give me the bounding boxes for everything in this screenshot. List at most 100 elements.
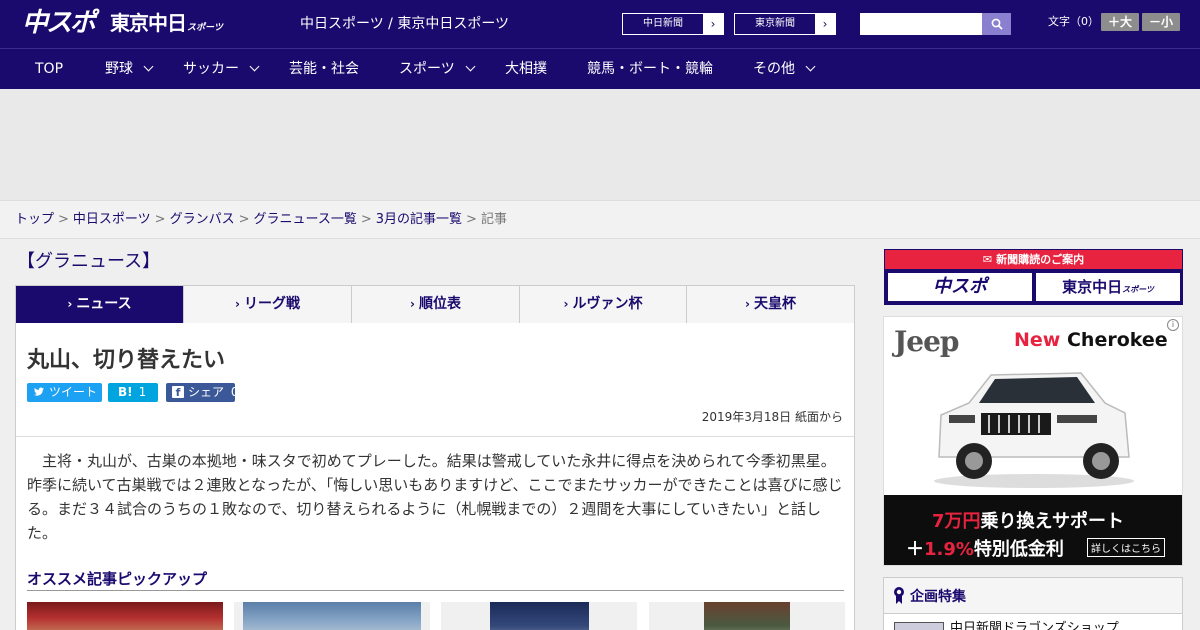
chevron-right-icon: › [563,297,569,311]
ad-model-new: New [1014,329,1061,351]
breadcrumb-current: 記事 [480,212,507,227]
breadcrumb-separator: > [466,212,477,227]
tokyo-chunichi-logo-text: 東京中日 [110,11,187,35]
tab-standings[interactable]: › 順位表 [352,286,520,323]
newspaper-icon: ✉ [982,253,993,266]
feature-item-link[interactable]: 中日新聞ドラゴンズショップ [950,621,1119,630]
breadcrumb-link[interactable]: 3月の記事一覧 [376,212,462,227]
article-divider [16,436,854,437]
nav-label: その他 [753,61,795,77]
pickup-thumbnail-image [490,602,589,630]
site-name: 中日スポーツ / 東京中日スポーツ [300,16,510,32]
ad-promo-plus: ＋ [906,539,924,560]
car-advertisement[interactable]: Jeep New Cherokee i 7万円乗り換えサポート ＋1.9%特別低… [883,316,1183,566]
breadcrumb: トップ > 中日スポーツ > グランパス > グラニュース一覧 >3月の記事一覧 > 記事 [0,200,1200,239]
search-button[interactable] [982,13,1011,35]
pickup-thumbnail[interactable] [441,602,637,630]
nav-label: 競馬・ボート・競輪 [587,61,713,77]
facebook-share-button[interactable]: f シェア 0 [166,383,238,402]
ad-promo-line-1: 7万円乗り換えサポート [932,507,1124,533]
tab-levain-cup[interactable]: › ルヴァン杯 [520,286,687,323]
subscription-heading: ✉ 新聞購読のご案内 [885,250,1182,269]
subscribe-chuspo-button[interactable]: 中スポ [888,273,1032,301]
tab-league[interactable]: › リーグ戦 [184,286,352,323]
main-nav: TOP 野球 サッカー 芸能・社会 スポーツ 大相撲 競馬・ボート・競輪 その他 [0,48,1200,89]
nav-item-entertainment[interactable]: 芸能・社会 [289,49,359,89]
nav-label: サッカー [183,61,239,77]
chunichi-shimbun-link[interactable]: 中日新聞 › [622,13,724,35]
ad-detail-button[interactable]: 詳しくはこちら [1087,538,1165,557]
chevron-right-icon: › [815,14,835,34]
nav-label: 大相撲 [505,61,547,77]
tokyo-shimbun-link[interactable]: 東京新聞 › [734,13,836,35]
nav-item-baseball[interactable]: 野球 [105,49,154,89]
tab-emperors-cup[interactable]: › 天皇杯 [687,286,854,323]
article: 丸山、切り替えたい ツイート B! 1 f シェア 0 2019年3月18日 紙面… [15,323,855,630]
chevron-down-icon [249,61,260,72]
breadcrumb-link[interactable]: グランパス [170,212,235,227]
tab-label: ルヴァン杯 [572,296,643,312]
subscribe-tokyo-chunichi-button[interactable]: 東京中日スポーツ [1036,273,1180,301]
subscribe-tokyo-chunichi-label: 東京中日 [1062,278,1123,296]
chevron-down-icon [143,61,154,72]
facebook-share-label: シェア [188,385,225,399]
breadcrumb-link[interactable]: 中日スポーツ [73,212,151,227]
breadcrumb-separator: > [360,212,372,227]
search-input[interactable] [860,13,982,35]
breadcrumb-link[interactable]: トップ [15,212,54,227]
feature-thumbnail[interactable] [894,622,944,630]
site-header: 中スポ 東京中日スポーツ 中日スポーツ / 東京中日スポーツ 中日新聞 › 東京… [0,0,1200,48]
breadcrumb-row: トップ > 中日スポーツ > グランパス > グラニュース一覧 >3月の記事一覧 > 記事 [15,211,507,228]
ad-promo-line-2: ＋1.9%特別低金利 [906,535,1064,561]
tokyo-chunichi-logo[interactable]: 東京中日スポーツ [110,11,223,40]
pickup-thumbnail[interactable] [27,602,223,630]
feature-title: 企画特集 [910,589,966,605]
tweet-button[interactable]: ツイート [27,383,102,402]
pickup-thumbnail-image [704,602,790,630]
font-smaller-button[interactable]: －小 [1142,13,1180,31]
subscription-box: ✉ 新聞購読のご案内 中スポ 東京中日スポーツ [884,249,1183,305]
tab-label: ニュース [76,296,132,312]
top-ad-slot [0,89,1200,200]
article-body: 主将・丸山が、古巣の本拠地・味スタで初めてプレーした。結果は警戒していた永井に得… [27,452,843,542]
nav-item-sumo[interactable]: 大相撲 [505,49,547,89]
nav-item-top[interactable]: TOP [35,49,63,89]
ad-model-name: New Cherokee [1014,329,1168,351]
breadcrumb-separator: > [58,212,69,227]
hatena-bookmark-button[interactable]: B! 1 [108,383,158,402]
nav-item-soccer[interactable]: サッカー [183,49,260,89]
ad-model-text: Cherokee [1066,329,1168,351]
tokyo-chunichi-logo-sub: スポーツ [187,23,223,33]
section-tabs: › ニュース › リーグ戦 › 順位表 › ルヴァン杯 › 天皇杯 [15,285,855,330]
suv-image [934,372,1134,488]
subscribe-tokyo-chunichi-sub: スポーツ [1122,285,1154,294]
ad-promo-line-2-text: 特別低金利 [973,539,1064,560]
nav-label: TOP [35,61,64,77]
nav-item-racing[interactable]: 競馬・ボート・競輪 [587,49,713,89]
pickup-thumbnail[interactable] [234,602,430,630]
ad-info-icon[interactable]: i [1167,319,1179,331]
breadcrumb-link[interactable]: グラニュース一覧 [254,212,357,227]
pickup-thumbnail[interactable] [649,602,845,630]
breadcrumb-separator: > [154,212,166,227]
nav-label: スポーツ [399,61,455,77]
font-larger-button[interactable]: ＋大 [1101,13,1139,31]
chevron-right-icon: › [235,297,240,311]
tab-label: 順位表 [418,296,461,312]
chevron-right-icon: › [410,297,415,311]
chevron-down-icon [465,61,476,72]
hatena-bookmark-icon: B! [118,385,133,399]
pickup-divider [27,590,844,591]
chevron-right-icon: › [703,14,723,34]
subscription-heading-text: 新聞購読のご案内 [996,253,1085,266]
feature-box: 企画特集 中日新聞ドラゴンズショップ [883,577,1183,630]
ribbon-icon [894,587,904,604]
nav-item-other[interactable]: その他 [753,49,816,89]
chevron-right-icon: › [745,297,750,311]
chevron-right-icon: › [67,297,73,311]
tab-news[interactable]: › ニュース [16,286,184,330]
nav-item-sports[interactable]: スポーツ [399,49,476,89]
article-headline: 丸山、切り替えたい [27,348,226,373]
jeep-brand-logo: Jeep [894,325,959,358]
chuspo-logo[interactable]: 中スポ [22,8,96,38]
